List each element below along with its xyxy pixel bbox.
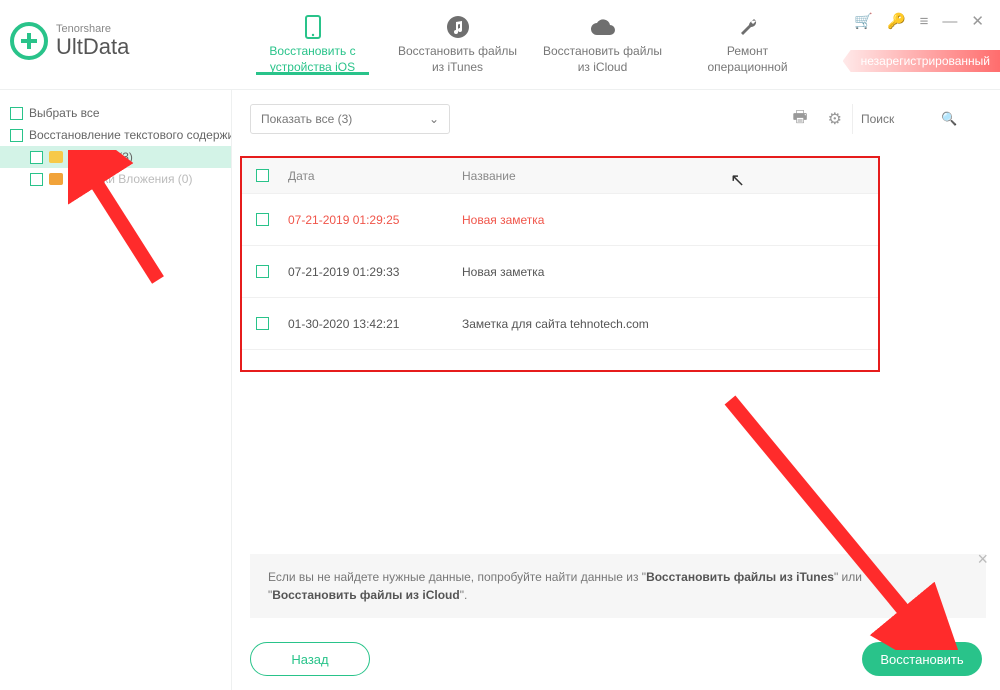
sidebar-notes[interactable]: Заметки (3) [0, 146, 231, 168]
cell-date: 07-21-2019 01:29:25 [282, 213, 462, 227]
cell-date: 01-30-2020 13:42:21 [282, 317, 462, 331]
gear-icon[interactable]: ⚙ [818, 109, 852, 129]
checkbox-all[interactable] [256, 169, 269, 182]
notes-icon [49, 151, 63, 163]
search-box[interactable]: 🔍 [852, 104, 982, 134]
tab-label: Ремонт операционной [675, 44, 820, 75]
tab-recover-itunes[interactable]: Восстановить файлы из iTunes [385, 0, 530, 75]
chevron-down-icon: ⌄ [429, 112, 439, 126]
table-header: Дата Название [242, 158, 878, 194]
cell-title: Новая заметка [462, 265, 878, 279]
table-row[interactable]: 01-30-2020 13:42:21 Заметка для сайта te… [242, 298, 878, 350]
toolbar: Показать все (3) ⌄ 🖶 ⚙ 🔍 [232, 90, 1000, 148]
tab-label: Восстановить файлы из iTunes [385, 44, 530, 75]
phone-icon [240, 14, 385, 40]
sidebar-select-all[interactable]: Выбрать все [0, 102, 231, 124]
tab-repair[interactable]: Ремонт операционной [675, 0, 820, 75]
tip-bar: × Если вы не найдете нужные данные, попр… [250, 554, 986, 618]
logo-block: Tenorshare UltData [10, 0, 240, 60]
footer: Назад Восстановить [250, 642, 982, 676]
checkbox[interactable] [10, 129, 23, 142]
cursor-icon: ↖ [730, 170, 745, 191]
sidebar-notes-attachments[interactable]: Заметки Вложения (0) [0, 168, 231, 190]
header: Tenorshare UltData Восстановить с устрой… [0, 0, 1000, 90]
minimize-icon[interactable]: — [938, 11, 961, 32]
main: Показать все (3) ⌄ 🖶 ⚙ 🔍 Дата Название 0… [232, 90, 1000, 690]
cloud-icon [530, 14, 675, 40]
table-row[interactable]: 07-21-2019 01:29:33 Новая заметка [242, 246, 878, 298]
header-date[interactable]: Дата [282, 169, 462, 183]
results-table: Дата Название 07-21-2019 01:29:25 Новая … [240, 156, 880, 372]
label: Выбрать все [29, 106, 100, 120]
key-icon[interactable]: 🔑 [883, 10, 910, 32]
label: Заметки (3) [69, 150, 133, 164]
sidebar: Выбрать все Восстановление текстового со… [0, 90, 232, 690]
close-icon[interactable]: ✕ [967, 10, 988, 32]
tabs: Восстановить с устройства iOS Восстанови… [240, 0, 850, 75]
filter-dropdown[interactable]: Показать все (3) ⌄ [250, 104, 450, 134]
attachments-icon [49, 173, 63, 185]
checkbox[interactable] [30, 173, 43, 186]
dropdown-label: Показать все (3) [261, 112, 352, 126]
checkbox[interactable] [30, 151, 43, 164]
checkbox[interactable] [10, 107, 23, 120]
cart-icon[interactable]: 🛒 [850, 10, 877, 32]
unregistered-badge: незарегистрированный [843, 50, 1000, 72]
music-icon [385, 14, 530, 40]
brand-big: UltData [56, 35, 129, 59]
tab-recover-ios[interactable]: Восстановить с устройства iOS [240, 0, 385, 75]
window-controls: 🛒 🔑 ≡ — ✕ [850, 0, 988, 32]
table-row[interactable]: 07-21-2019 01:29:25 Новая заметка [242, 194, 878, 246]
print-icon[interactable]: 🖶 [783, 106, 818, 133]
tab-label: Восстановить файлы из iCloud [530, 44, 675, 75]
back-button[interactable]: Назад [250, 642, 370, 676]
header-title[interactable]: Название [462, 169, 878, 183]
search-icon: 🔍 [941, 111, 957, 127]
cell-title: Заметка для сайта tehnotech.com [462, 317, 878, 331]
tab-label: Восстановить с устройства iOS [240, 44, 385, 75]
tab-recover-icloud[interactable]: Восстановить файлы из iCloud [530, 0, 675, 75]
close-icon[interactable]: × [977, 546, 988, 573]
sidebar-text-recovery[interactable]: Восстановление текстового содержимо [0, 124, 231, 146]
menu-icon[interactable]: ≡ [916, 11, 933, 32]
search-input[interactable] [861, 112, 941, 126]
restore-button[interactable]: Восстановить [862, 642, 982, 676]
brand-text: Tenorshare UltData [56, 23, 129, 59]
cell-title: Новая заметка [462, 213, 878, 227]
cell-date: 07-21-2019 01:29:33 [282, 265, 462, 279]
logo-icon [10, 22, 48, 60]
checkbox[interactable] [256, 317, 269, 330]
label: Заметки Вложения (0) [69, 172, 192, 186]
wrench-icon [675, 14, 820, 40]
checkbox[interactable] [256, 213, 269, 226]
checkbox[interactable] [256, 265, 269, 278]
label: Восстановление текстового содержимо [29, 128, 231, 142]
